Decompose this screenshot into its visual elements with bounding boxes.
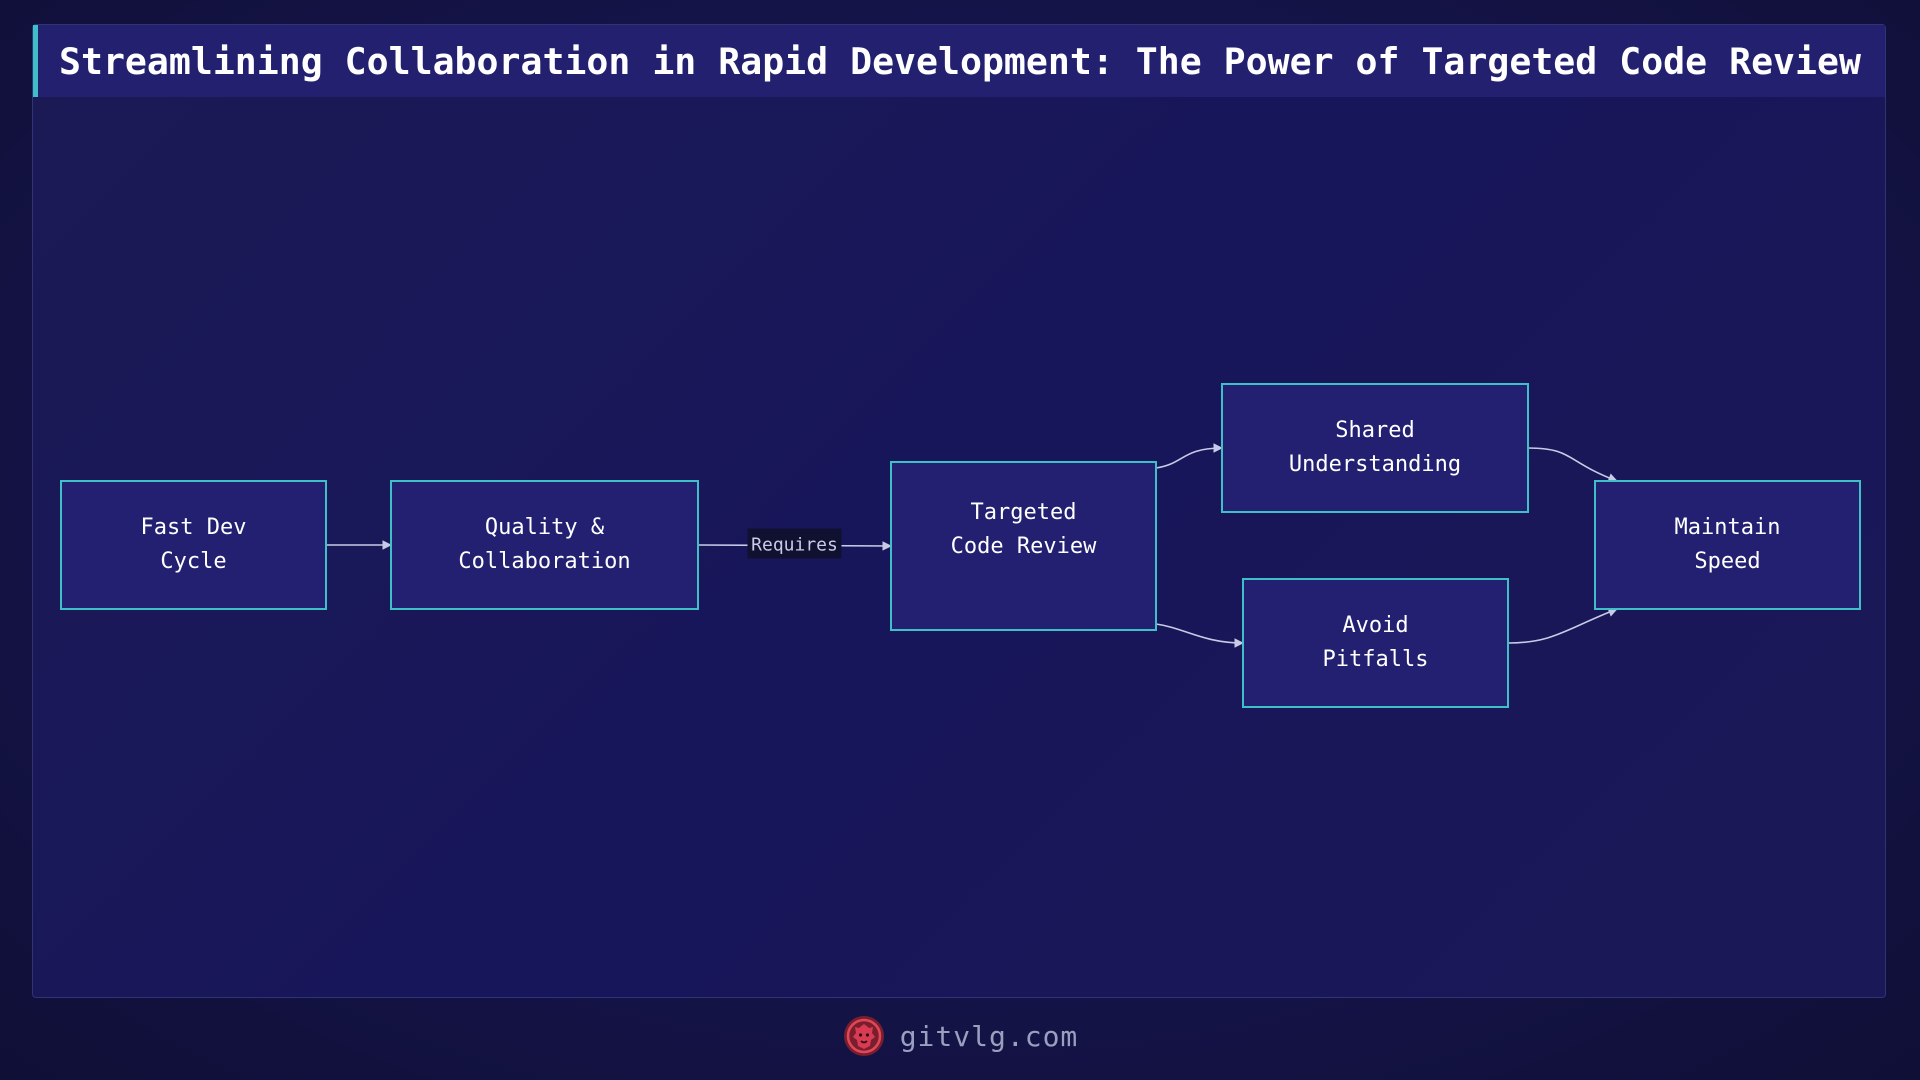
flow-diagram: Requires Fast Dev Cycle Quality & Collabora… (60, 383, 1861, 708)
node-label: Targeted (971, 500, 1077, 525)
edge-label-text: Requires (751, 535, 838, 556)
edge-shared-understanding-to-maintain-speed (1527, 447, 1618, 483)
node-avoid-pitfalls: Avoid Pitfalls (1242, 578, 1509, 708)
node-label: Fast Dev (141, 515, 247, 540)
edge-targeted-code-review-to-shared-understanding (1155, 443, 1223, 469)
node-label: Code Review (951, 534, 1097, 559)
node-label: Collaboration (458, 549, 630, 574)
edge-avoid-pitfalls-to-maintain-speed (1507, 607, 1618, 644)
node-box (1242, 578, 1509, 708)
node-label: Understanding (1289, 452, 1461, 477)
node-fast-dev-cycle: Fast Dev Cycle (60, 480, 327, 610)
lion-head-icon (843, 1016, 884, 1056)
node-box (1594, 480, 1861, 610)
node-maintain-speed: Maintain Speed (1594, 480, 1861, 610)
node-shared-understanding: Shared Understanding (1221, 383, 1529, 513)
node-label: Maintain (1675, 515, 1781, 540)
node-label: Avoid (1342, 613, 1408, 638)
site-domain[interactable]: gitvlg.com (900, 1020, 1079, 1053)
node-label: Cycle (160, 549, 226, 574)
edge-label: Requires (747, 528, 842, 559)
node-box (60, 480, 327, 610)
node-quality-collaboration: Quality & Collaboration (390, 480, 699, 610)
canvas: Streamlining Collaboration in Rapid Deve… (0, 0, 1920, 1080)
node-label: Shared (1335, 418, 1414, 443)
node-box (1221, 383, 1529, 513)
node-targeted-code-review: Targeted Code Review (890, 461, 1157, 631)
node-label: Speed (1694, 549, 1760, 574)
footer: gitvlg.com (0, 1012, 1920, 1060)
edge-targeted-code-review-to-avoid-pitfalls (1155, 623, 1244, 648)
node-box (390, 480, 699, 610)
node-label: Pitfalls (1323, 647, 1429, 672)
node-label: Quality & (485, 515, 605, 540)
